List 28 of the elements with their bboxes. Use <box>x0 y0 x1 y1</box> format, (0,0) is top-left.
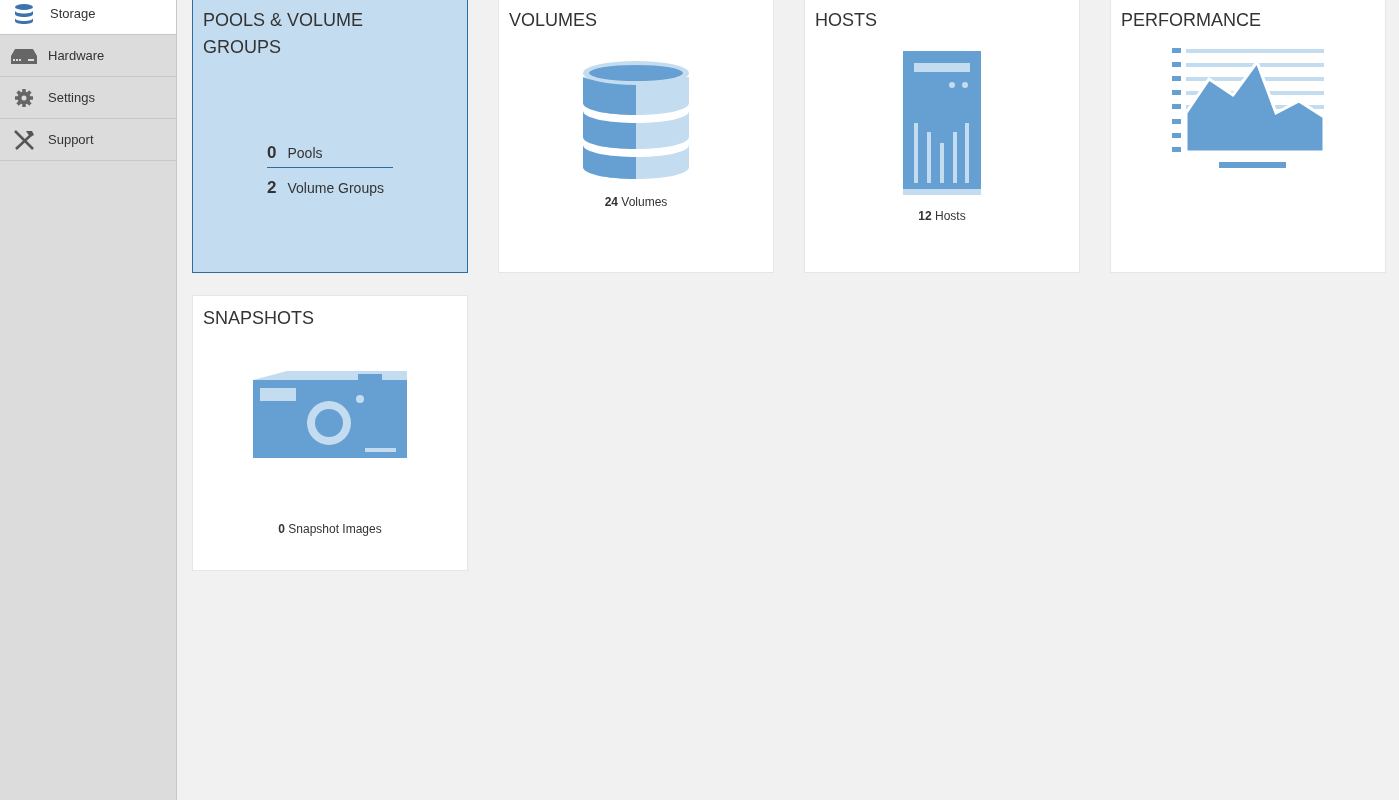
server-icon <box>903 51 981 195</box>
sidebar-item[interactable]: Storage <box>0 0 176 35</box>
tile-summary: 24 Volumes <box>603 195 669 209</box>
dashboard-tile[interactable]: SNAPSHOTS 0 Snapshot Images <box>192 295 468 571</box>
sidebar-item[interactable]: Settings <box>0 77 176 119</box>
tile-title: HOSTS <box>815 9 878 32</box>
database-icon <box>582 59 690 181</box>
dashboard-tile[interactable]: VOLUMES 24 Volumes <box>498 0 774 273</box>
stat-label: Volume Groups <box>287 180 384 196</box>
tile-title: SNAPSHOTS <box>203 307 316 330</box>
tile-title: POOLS & VOLUME GROUPS <box>203 9 365 59</box>
stat-count: 0 <box>267 143 277 163</box>
tile-summary: 12 Hosts <box>917 209 967 223</box>
stat-count: 2 <box>267 178 277 198</box>
sidebar-item[interactable]: Support <box>0 119 176 161</box>
hardware-icon <box>10 46 38 65</box>
camera-icon <box>253 370 407 460</box>
dashboard-tile[interactable]: POOLS & VOLUME GROUPS 0 Pools 2 Volume Groups <box>192 0 468 273</box>
tools-icon <box>12 128 36 151</box>
database-icon <box>13 2 35 25</box>
stat-label: Pools <box>287 145 323 161</box>
tile-title: PERFORMANCE <box>1121 9 1262 32</box>
tile-title: VOLUMES <box>509 9 599 32</box>
tile-summary: 0 Snapshot Images <box>277 522 383 536</box>
sidebar-item[interactable]: Hardware <box>0 35 176 77</box>
dashboard-tile[interactable]: HOSTS 12 Hosts <box>804 0 1080 273</box>
dashboard-tile[interactable]: PERFORMANCE <box>1110 0 1386 273</box>
settings-icon <box>14 87 34 108</box>
